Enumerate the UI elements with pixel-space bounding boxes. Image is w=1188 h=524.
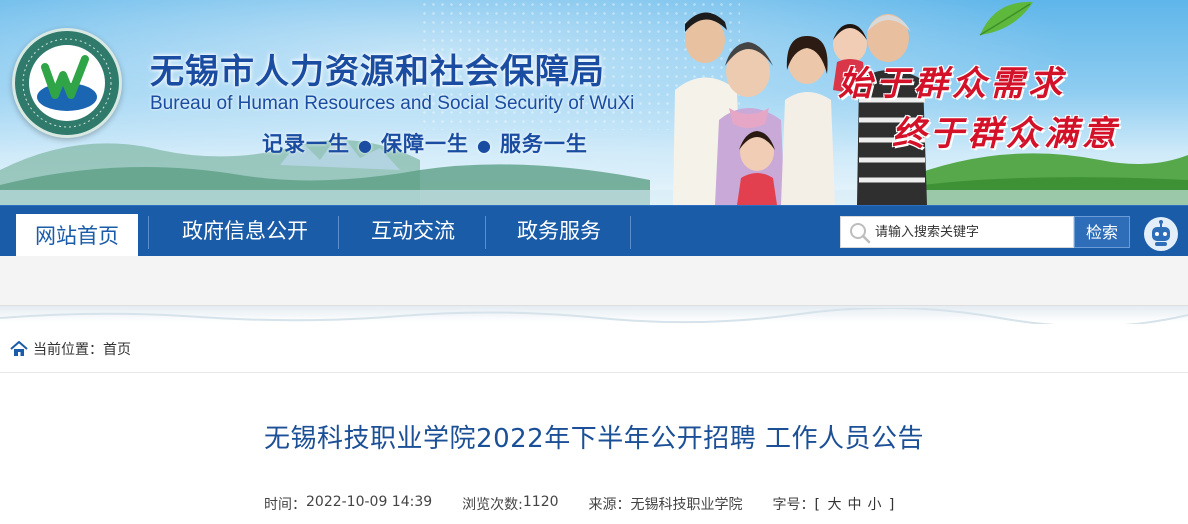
bracket-close: ] <box>888 497 895 513</box>
home-icon <box>10 341 28 356</box>
bureau-emblem-logo[interactable] <box>12 28 122 138</box>
source-label: 来源： <box>588 497 631 513</box>
article-source: 无锡科技职业学院 <box>630 497 743 513</box>
article-meta: 时间： 2022-10-09 14:39 浏览次数: 1120 来源： 无锡科技… <box>264 494 894 514</box>
nav-item-gov-info[interactable]: 政府信息公开 <box>152 206 338 257</box>
font-size-label: 字号： <box>772 497 815 513</box>
leaf-decoration <box>979 1 1033 36</box>
sub-nav-strip <box>0 256 1188 306</box>
search-input[interactable] <box>875 217 1071 247</box>
nav-item-interaction[interactable]: 互动交流 <box>340 206 486 257</box>
view-count: 1120 <box>522 494 559 510</box>
header-banner: 无锡市人力资源和社会保障局 Bureau of Human Resources … <box>0 0 1188 205</box>
search-button[interactable]: 检索 <box>1074 216 1130 248</box>
nav-divider <box>630 216 631 249</box>
font-size-medium[interactable]: 中 <box>847 497 861 513</box>
search-box <box>840 216 1074 248</box>
font-size-large[interactable]: 大 <box>827 497 841 513</box>
nav-item-services[interactable]: 政务服务 <box>488 206 630 257</box>
emblem-w-mark-icon <box>37 55 97 111</box>
nav-item-home[interactable]: 网站首页 <box>16 214 138 257</box>
nav-divider <box>485 216 486 249</box>
bracket-open: [ <box>814 497 820 513</box>
decorative-wave <box>0 308 1188 324</box>
emblem-inner <box>29 45 105 121</box>
time-label: 时间： <box>264 497 306 513</box>
slogan: 记录一生 ● 保障一生 ● 服务一生 <box>262 132 588 156</box>
breadcrumb-home-link[interactable]: 首页 <box>103 339 131 359</box>
breadcrumb-label: 当前位置： <box>33 342 103 358</box>
robot-assistant-icon[interactable] <box>1143 216 1179 252</box>
breadcrumb-divider <box>0 372 1188 373</box>
font-size-small[interactable]: 小 <box>867 497 881 513</box>
poem-line-2: 终于群众满意 <box>892 114 1120 154</box>
nav-divider <box>148 216 149 249</box>
search-icon <box>850 223 871 244</box>
org-name-cn: 无锡市人力资源和社会保障局 <box>150 52 605 92</box>
slogan-item: 记录一生 <box>262 132 350 156</box>
article-title: 无锡科技职业学院2022年下半年公开招聘 工作人员公告 <box>264 424 924 454</box>
slogan-item: 保障一生 <box>380 132 469 156</box>
main-nav: 网站首页 政府信息公开 互动交流 政务服务 检索 <box>0 205 1188 257</box>
views-label: 浏览次数: <box>462 497 523 513</box>
publish-time: 2022-10-09 14:39 <box>306 494 433 510</box>
font-size-control: [ 大中小 ] <box>815 494 895 514</box>
poem-line-1: 始于群众需求 <box>838 64 1066 104</box>
nav-divider <box>338 216 339 249</box>
breadcrumb: 当前位置： 首页 <box>10 339 131 359</box>
org-name-en: Bureau of Human Resources and Social Sec… <box>150 93 635 114</box>
slogan-item: 服务一生 <box>499 132 588 156</box>
